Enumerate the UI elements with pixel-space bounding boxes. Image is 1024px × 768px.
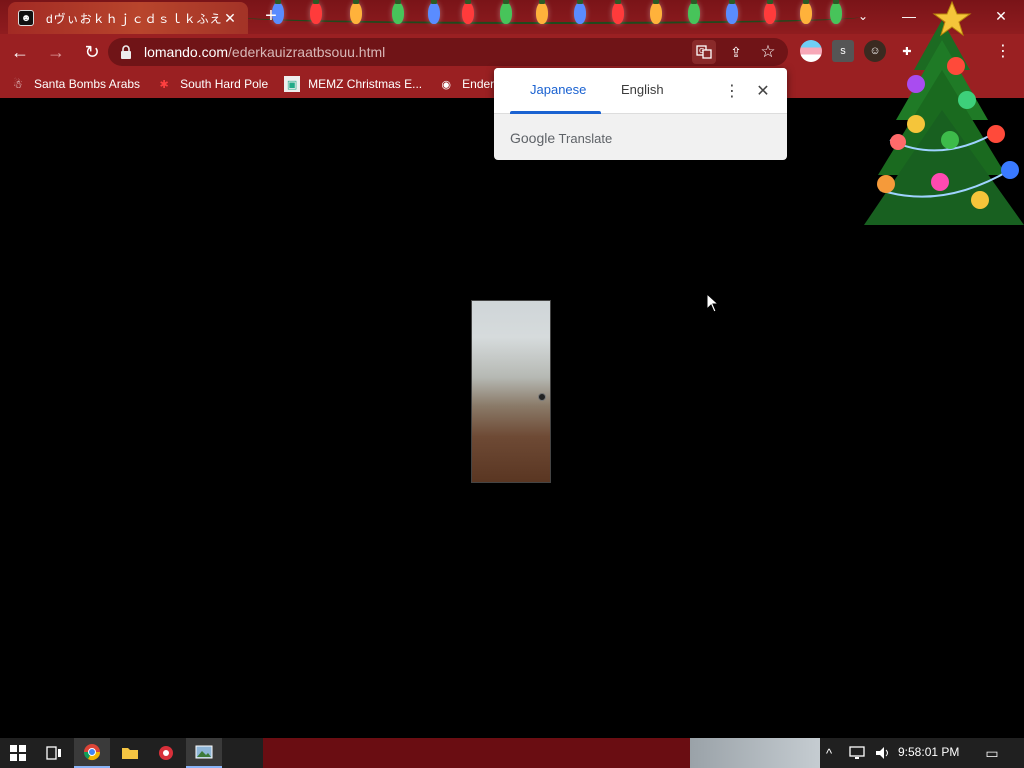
bookmark-label: South Hard Pole — [180, 77, 269, 91]
taskbar-wallpaper-segment — [263, 738, 693, 768]
bookmark-item[interactable]: ☃ Santa Bombs Arabs — [10, 76, 140, 92]
christmas-tree-overlay — [864, 0, 1024, 225]
light-bulb-decoration — [726, 0, 738, 24]
google-logo-text: Google — [510, 130, 556, 146]
url-host: lomando.com — [144, 44, 229, 60]
bookmark-item[interactable]: ✱ South Hard Pole — [156, 76, 268, 92]
task-view-icon[interactable] — [36, 738, 72, 768]
light-bulb-decoration — [350, 0, 362, 24]
s-extension-icon[interactable]: s — [832, 40, 854, 62]
tray-chevron-icon[interactable]: ^ — [818, 738, 840, 768]
light-bulb-decoration — [800, 0, 812, 24]
share-icon[interactable]: ⇪ — [724, 40, 748, 64]
light-bulb-decoration — [764, 0, 776, 24]
bookmark-item[interactable]: ▣ MEMZ Christmas E... — [284, 76, 422, 92]
light-bulb-decoration — [574, 0, 586, 24]
chrome-taskbar-icon[interactable] — [74, 738, 110, 768]
address-bar[interactable]: lomando.com/ederkauizraatbsouu.html G ⇪ … — [108, 38, 788, 66]
memz-icon: ▣ — [284, 76, 301, 92]
screen: ☻ dヴぃおｋｈｊｃｄｓｌｋふえ ✕ + ⌄ — ✕ ← → ↻ lomando… — [0, 0, 1024, 768]
site-favicon-icon: ☻ — [18, 10, 34, 26]
app-taskbar-icon[interactable] — [148, 738, 184, 768]
ender-icon: ◉ — [441, 78, 451, 91]
santa-icon: ☃ — [13, 78, 23, 91]
notification-center-icon[interactable]: ▭ — [978, 738, 1006, 768]
file-explorer-icon[interactable] — [112, 738, 148, 768]
tab-close-icon[interactable]: ✕ — [222, 10, 238, 27]
light-bulb-decoration — [462, 0, 474, 24]
light-bulb-decoration — [650, 0, 662, 24]
bookmark-star-icon[interactable]: ☆ — [756, 40, 780, 64]
taskbar-clock[interactable]: 9:58:01 PM — [898, 745, 959, 759]
language-tab-japanese[interactable]: Japanese — [530, 82, 586, 97]
active-tab[interactable]: ☻ dヴぃおｋｈｊｃｄｓｌｋふえ ✕ — [8, 2, 248, 34]
light-bulb-decoration — [612, 0, 624, 24]
network-icon[interactable] — [846, 738, 868, 768]
flag-extension-icon[interactable] — [800, 40, 822, 62]
back-button[interactable]: ← — [4, 36, 36, 68]
image-viewer-icon[interactable] — [186, 738, 222, 768]
light-bulb-decoration — [392, 0, 404, 24]
active-language-indicator — [510, 111, 601, 114]
door-knob[interactable] — [538, 393, 546, 401]
translate-language-tabs: Japanese English ⋮ ✕ — [494, 68, 787, 114]
light-bulb-decoration — [688, 0, 700, 24]
rusty-door-image[interactable] — [471, 300, 551, 483]
volume-icon[interactable] — [872, 738, 894, 768]
light-bulb-decoration — [830, 0, 842, 24]
light-bulb-decoration — [500, 0, 512, 24]
mouse-cursor-icon — [706, 293, 720, 313]
bookmark-label: Santa Bombs Arabs — [34, 77, 141, 91]
translate-label: Translate — [558, 131, 613, 146]
url-path: /ederkauizraatbsouu.html — [228, 44, 386, 60]
taskbar: ^ 9:58:01 PM ▭ — [0, 738, 1024, 768]
translate-popup: Japanese English ⋮ ✕ Google Translate — [494, 68, 787, 160]
tab-title: dヴぃおｋｈｊｃｄｓｌｋふえ — [46, 11, 222, 26]
language-tab-english[interactable]: English — [621, 82, 664, 97]
translate-page-icon[interactable]: G — [692, 40, 716, 64]
forward-button[interactable]: → — [40, 36, 72, 68]
taskbar-wallpaper-segment — [690, 738, 820, 768]
windows-start-icon[interactable] — [0, 738, 36, 768]
translate-more-icon[interactable]: ⋮ — [722, 80, 742, 102]
lock-icon[interactable] — [120, 45, 134, 59]
snowflake-icon: ✱ — [159, 78, 169, 91]
light-bulb-decoration — [428, 0, 440, 24]
light-bulb-decoration — [310, 0, 322, 24]
bookmark-label: MEMZ Christmas E... — [308, 77, 423, 91]
new-tab-button[interactable]: + — [260, 6, 282, 28]
reload-button[interactable]: ↻ — [76, 36, 108, 68]
translate-close-icon[interactable]: ✕ — [752, 80, 774, 102]
google-translate-brand: Google Translate — [510, 130, 612, 146]
light-bulb-decoration — [536, 0, 548, 24]
